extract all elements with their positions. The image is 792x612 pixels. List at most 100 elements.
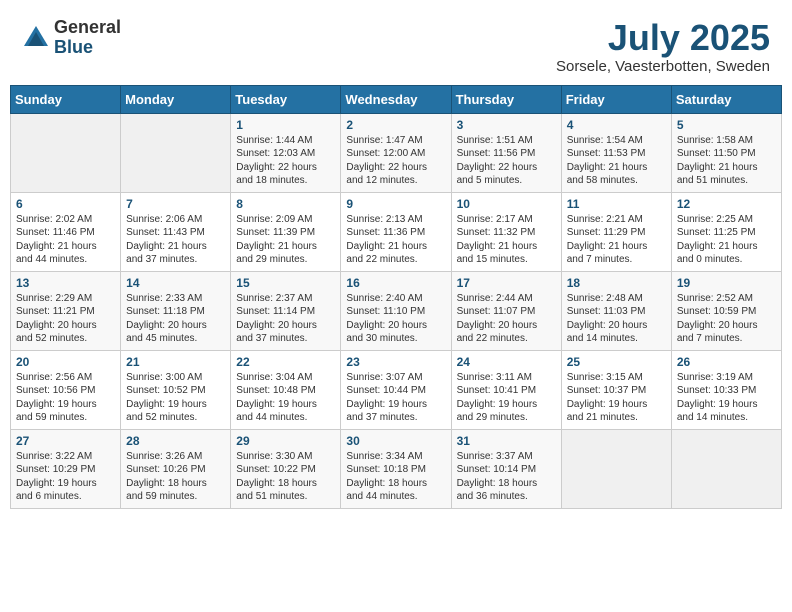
calendar-cell: 24 Sunrise: 3:11 AM Sunset: 10:41 PM Dayl…	[451, 350, 561, 429]
calendar-cell: 17 Sunrise: 2:44 AM Sunset: 11:07 PM Dayl…	[451, 271, 561, 350]
calendar-cell: 23Sunrise: 3:07 AM Sunset: 10:44 PM Dayl…	[341, 350, 451, 429]
calendar-cell	[11, 113, 121, 192]
day-details: Sunrise: 2:21 AM Sunset: 11:29 PM Daylig…	[567, 213, 666, 267]
day-number: 30	[346, 434, 445, 448]
logo-blue-label: Blue	[54, 38, 121, 58]
day-details: Sunrise: 1:47 AM Sunset: 12:00 AM Daylig…	[346, 134, 445, 188]
day-number: 18	[567, 276, 666, 290]
logo-icon	[22, 24, 50, 52]
day-details: Sunrise: 3:22 AM Sunset: 10:29 PM Daylig…	[16, 450, 115, 504]
day-number: 9	[346, 197, 445, 211]
calendar-table: SundayMondayTuesdayWednesdayThursdayFrid…	[10, 85, 782, 509]
month-year-title: July 2025	[556, 18, 770, 58]
calendar-cell: 1 Sunrise: 1:44 AM Sunset: 12:03 AM Dayli…	[231, 113, 341, 192]
calendar-cell	[671, 429, 781, 508]
day-details: Sunrise: 2:13 AM Sunset: 11:36 PM Daylig…	[346, 213, 445, 267]
day-details: Sunrise: 2:02 AM Sunset: 11:46 PM Daylig…	[16, 213, 115, 267]
day-details: Sunrise: 1:51 AM Sunset: 11:56 PM Daylig…	[457, 134, 556, 188]
calendar-cell: 2Sunrise: 1:47 AM Sunset: 12:00 AM Dayli…	[341, 113, 451, 192]
day-number: 1	[236, 118, 335, 132]
weekday-header-thursday: Thursday	[451, 85, 561, 113]
day-number: 17	[457, 276, 556, 290]
day-details: Sunrise: 3:00 AM Sunset: 10:52 PM Daylig…	[126, 371, 225, 425]
day-details: Sunrise: 2:40 AM Sunset: 11:10 PM Daylig…	[346, 292, 445, 346]
day-number: 20	[16, 355, 115, 369]
day-number: 3	[457, 118, 556, 132]
calendar-cell: 11 Sunrise: 2:21 AM Sunset: 11:29 PM Dayl…	[561, 192, 671, 271]
day-number: 24	[457, 355, 556, 369]
day-details: Sunrise: 2:25 AM Sunset: 11:25 PM Daylig…	[677, 213, 776, 267]
calendar-cell: 12 Sunrise: 2:25 AM Sunset: 11:25 PM Dayl…	[671, 192, 781, 271]
calendar-cell: 14 Sunrise: 2:33 AM Sunset: 11:18 PM Dayl…	[121, 271, 231, 350]
day-number: 8	[236, 197, 335, 211]
weekday-header-tuesday: Tuesday	[231, 85, 341, 113]
calendar-header: SundayMondayTuesdayWednesdayThursdayFrid…	[11, 85, 782, 113]
weekday-header-sunday: Sunday	[11, 85, 121, 113]
day-details: Sunrise: 3:19 AM Sunset: 10:33 PM Daylig…	[677, 371, 776, 425]
day-number: 23	[346, 355, 445, 369]
day-details: Sunrise: 3:34 AM Sunset: 10:18 PM Daylig…	[346, 450, 445, 504]
calendar-cell: 19Sunrise: 2:52 AM Sunset: 10:59 PM Dayl…	[671, 271, 781, 350]
day-number: 7	[126, 197, 225, 211]
calendar-cell: 10Sunrise: 2:17 AM Sunset: 11:32 PM Dayl…	[451, 192, 561, 271]
title-block: July 2025 Sorsele, Vaesterbotten, Sweden	[556, 18, 770, 75]
calendar-cell: 7 Sunrise: 2:06 AM Sunset: 11:43 PM Dayli…	[121, 192, 231, 271]
calendar-cell: 21 Sunrise: 3:00 AM Sunset: 10:52 PM Dayl…	[121, 350, 231, 429]
day-number: 12	[677, 197, 776, 211]
weekday-header-monday: Monday	[121, 85, 231, 113]
day-details: Sunrise: 2:56 AM Sunset: 10:56 PM Daylig…	[16, 371, 115, 425]
calendar-cell: 20 Sunrise: 2:56 AM Sunset: 10:56 PM Dayl…	[11, 350, 121, 429]
day-number: 22	[236, 355, 335, 369]
calendar-cell	[561, 429, 671, 508]
day-details: Sunrise: 3:11 AM Sunset: 10:41 PM Daylig…	[457, 371, 556, 425]
weekday-header-saturday: Saturday	[671, 85, 781, 113]
calendar-cell: 16 Sunrise: 2:40 AM Sunset: 11:10 PM Dayl…	[341, 271, 451, 350]
day-number: 29	[236, 434, 335, 448]
calendar-week-row: 1 Sunrise: 1:44 AM Sunset: 12:03 AM Dayli…	[11, 113, 782, 192]
calendar-cell: 26 Sunrise: 3:19 AM Sunset: 10:33 PM Dayl…	[671, 350, 781, 429]
day-details: Sunrise: 1:44 AM Sunset: 12:03 AM Daylig…	[236, 134, 335, 188]
day-details: Sunrise: 2:06 AM Sunset: 11:43 PM Daylig…	[126, 213, 225, 267]
day-number: 10	[457, 197, 556, 211]
calendar-cell: 5Sunrise: 1:58 AM Sunset: 11:50 PM Dayli…	[671, 113, 781, 192]
weekday-header-row: SundayMondayTuesdayWednesdayThursdayFrid…	[11, 85, 782, 113]
weekday-header-friday: Friday	[561, 85, 671, 113]
calendar-week-row: 27 Sunrise: 3:22 AM Sunset: 10:29 PM Dayl…	[11, 429, 782, 508]
calendar-cell: 8 Sunrise: 2:09 AM Sunset: 11:39 PM Dayli…	[231, 192, 341, 271]
day-number: 26	[677, 355, 776, 369]
calendar-cell: 18 Sunrise: 2:48 AM Sunset: 11:03 PM Dayl…	[561, 271, 671, 350]
day-details: Sunrise: 1:54 AM Sunset: 11:53 PM Daylig…	[567, 134, 666, 188]
calendar-cell: 4 Sunrise: 1:54 AM Sunset: 11:53 PM Dayli…	[561, 113, 671, 192]
day-details: Sunrise: 3:37 AM Sunset: 10:14 PM Daylig…	[457, 450, 556, 504]
day-number: 16	[346, 276, 445, 290]
day-number: 28	[126, 434, 225, 448]
day-number: 27	[16, 434, 115, 448]
calendar-cell: 28Sunrise: 3:26 AM Sunset: 10:26 PM Dayl…	[121, 429, 231, 508]
day-details: Sunrise: 2:48 AM Sunset: 11:03 PM Daylig…	[567, 292, 666, 346]
day-number: 11	[567, 197, 666, 211]
day-details: Sunrise: 2:44 AM Sunset: 11:07 PM Daylig…	[457, 292, 556, 346]
day-number: 25	[567, 355, 666, 369]
calendar-cell: 15Sunrise: 2:37 AM Sunset: 11:14 PM Dayl…	[231, 271, 341, 350]
calendar-cell	[121, 113, 231, 192]
calendar-cell: 3 Sunrise: 1:51 AM Sunset: 11:56 PM Dayli…	[451, 113, 561, 192]
day-number: 4	[567, 118, 666, 132]
day-number: 14	[126, 276, 225, 290]
logo-text: General Blue	[54, 18, 121, 58]
day-details: Sunrise: 2:29 AM Sunset: 11:21 PM Daylig…	[16, 292, 115, 346]
day-number: 21	[126, 355, 225, 369]
day-details: Sunrise: 3:30 AM Sunset: 10:22 PM Daylig…	[236, 450, 335, 504]
logo-general-label: General	[54, 18, 121, 38]
calendar-week-row: 13 Sunrise: 2:29 AM Sunset: 11:21 PM Dayl…	[11, 271, 782, 350]
day-number: 13	[16, 276, 115, 290]
day-details: Sunrise: 2:33 AM Sunset: 11:18 PM Daylig…	[126, 292, 225, 346]
calendar-cell: 9 Sunrise: 2:13 AM Sunset: 11:36 PM Dayli…	[341, 192, 451, 271]
day-number: 5	[677, 118, 776, 132]
calendar-cell: 29 Sunrise: 3:30 AM Sunset: 10:22 PM Dayl…	[231, 429, 341, 508]
day-number: 31	[457, 434, 556, 448]
calendar-cell: 25Sunrise: 3:15 AM Sunset: 10:37 PM Dayl…	[561, 350, 671, 429]
day-number: 19	[677, 276, 776, 290]
day-details: Sunrise: 2:09 AM Sunset: 11:39 PM Daylig…	[236, 213, 335, 267]
calendar-cell: 30 Sunrise: 3:34 AM Sunset: 10:18 PM Dayl…	[341, 429, 451, 508]
location-subtitle: Sorsele, Vaesterbotten, Sweden	[556, 58, 770, 75]
